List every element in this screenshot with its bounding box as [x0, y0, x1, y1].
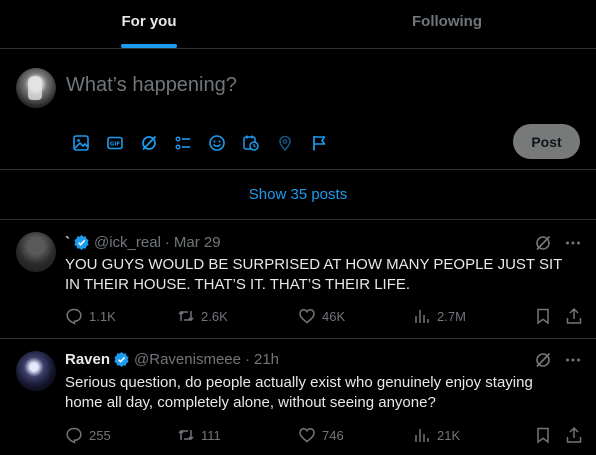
reply-button[interactable]: 1.1K: [65, 307, 116, 325]
tab-following-label: Following: [412, 12, 482, 30]
repost-button[interactable]: 111: [177, 426, 221, 444]
post-author-name[interactable]: Raven: [65, 351, 110, 368]
tab-for-you[interactable]: For you: [0, 0, 298, 48]
user-avatar[interactable]: [16, 68, 56, 108]
tab-following[interactable]: Following: [298, 0, 596, 48]
image-icon[interactable]: [64, 131, 98, 155]
repost-button[interactable]: 2.6K: [177, 307, 228, 325]
views-button[interactable]: 2.7M: [413, 307, 466, 325]
post-actions: 255 111 746 21K: [65, 426, 585, 446]
like-button[interactable]: 746: [298, 426, 344, 444]
like-count: 46K: [322, 308, 346, 324]
post-actions: 1.1K 2.6K 46K 2.7M: [65, 307, 585, 327]
more-options-icon[interactable]: [564, 351, 582, 369]
share-icon[interactable]: [565, 426, 583, 444]
reply-count: 255: [89, 427, 111, 443]
views-button[interactable]: 21K: [413, 426, 460, 444]
views-count: 21K: [437, 427, 461, 443]
verified-badge-icon: [73, 234, 90, 251]
post-top-actions: [534, 351, 582, 369]
post-timestamp[interactable]: 21h: [254, 351, 279, 368]
gif-icon[interactable]: GIF: [98, 131, 132, 155]
post-button[interactable]: Post: [513, 124, 580, 159]
schedule-icon[interactable]: [234, 131, 268, 155]
composer-toolbar: GIF: [64, 131, 336, 155]
grok-icon[interactable]: [132, 131, 166, 155]
post-header: Raven @Ravenismeee · 21h: [65, 351, 279, 368]
post-top-actions: [534, 234, 582, 252]
repost-count: 2.6K: [201, 308, 228, 324]
grok-icon[interactable]: [534, 234, 552, 252]
emoji-icon[interactable]: [200, 131, 234, 155]
separator-dot: ·: [164, 234, 170, 251]
post-author-handle[interactable]: @Ravenismeee: [134, 351, 241, 368]
repost-count: 111: [201, 427, 221, 443]
gif-icon-text: GIF: [110, 141, 121, 147]
reply-count: 1.1K: [89, 308, 116, 324]
bookmark-icon[interactable]: [534, 426, 552, 444]
post-timestamp[interactable]: Mar 29: [174, 234, 221, 251]
show-new-posts-button[interactable]: Show 35 posts: [0, 170, 596, 220]
post-composer: What’s happening? GIF Post: [0, 49, 596, 170]
timeline-tabs: For you Following: [0, 0, 596, 49]
post-author-name[interactable]: `: [65, 234, 70, 251]
flag-icon[interactable]: [302, 131, 336, 155]
separator-dot: ·: [244, 351, 250, 368]
post-author-avatar[interactable]: [16, 232, 56, 272]
share-icon[interactable]: [565, 307, 583, 325]
post-author-handle[interactable]: @ick_real: [94, 234, 161, 251]
active-tab-indicator: [121, 44, 177, 48]
post-text: Serious question, do people actually exi…: [65, 374, 533, 411]
compose-input[interactable]: What’s happening?: [66, 74, 237, 97]
post-card[interactable]: Raven @Ravenismeee · 21h Serious questio…: [0, 339, 596, 455]
more-options-icon[interactable]: [564, 234, 582, 252]
poll-icon[interactable]: [166, 131, 200, 155]
grok-icon[interactable]: [534, 351, 552, 369]
post-author-avatar[interactable]: [16, 351, 56, 391]
location-icon[interactable]: [268, 131, 302, 155]
post-text: YOU GUYS WOULD BE SURPRISED AT HOW MANY …: [65, 256, 563, 293]
verified-badge-icon: [113, 351, 130, 368]
like-button[interactable]: 46K: [298, 307, 345, 325]
views-count: 2.7M: [437, 308, 466, 324]
like-count: 746: [322, 427, 344, 443]
tab-for-you-label: For you: [121, 12, 177, 30]
post-card[interactable]: ` @ick_real · Mar 29 YOU GUYS WOULD BE S…: [0, 220, 596, 339]
bookmark-icon[interactable]: [534, 307, 552, 325]
reply-button[interactable]: 255: [65, 426, 111, 444]
post-header: ` @ick_real · Mar 29: [65, 234, 221, 251]
